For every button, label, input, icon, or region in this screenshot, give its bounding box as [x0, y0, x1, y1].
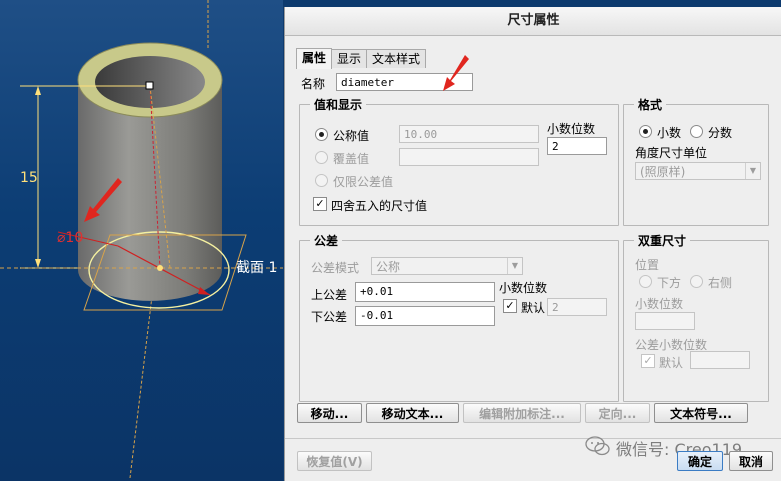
tab-text-style[interactable]: 文本样式	[366, 49, 427, 68]
dual-default-checkbox[interactable]: ✓	[641, 354, 655, 368]
dual-decimals-label: 小数位数	[635, 297, 684, 311]
angle-unit-value: (照原样)	[640, 165, 686, 179]
round-value-checkbox[interactable]: ✓	[313, 197, 327, 211]
round-value-label: 四舍五入的尺寸值	[331, 199, 428, 213]
lower-tolerance-label: 下公差	[311, 310, 348, 324]
dual-default-label: 默认	[659, 356, 684, 370]
height-dimension-text[interactable]: 15	[20, 170, 38, 186]
diameter-dimension-text[interactable]: ⌀10	[57, 230, 83, 246]
model-graphics: 15 ⌀10 截面 1	[0, 0, 283, 479]
dimension-properties-dialog: 尺寸属性 属性 显示 文本样式 名称 diameter 值和显示 公称值 10.…	[284, 7, 781, 481]
tolerance-decimals-label: 小数位数	[499, 281, 548, 295]
tolerance-only-radio[interactable]	[315, 174, 328, 187]
fraction-radio[interactable]	[690, 125, 703, 138]
fraction-label: 分数	[708, 126, 733, 140]
dual-position-label: 位置	[635, 258, 660, 272]
upper-tolerance-label: 上公差	[311, 288, 348, 302]
tab-strip: 属性 显示 文本样式	[296, 48, 427, 70]
tolerance-default-checkbox[interactable]: ✓	[503, 299, 517, 313]
move-text-button[interactable]: 移动文本...	[366, 403, 459, 423]
restore-values-button[interactable]: 恢复值(V)	[297, 451, 372, 471]
tolerance-mode-select[interactable]: 公称 ▼	[371, 257, 523, 275]
dual-decimals-field[interactable]	[635, 312, 695, 330]
dual-below-label: 下方	[657, 276, 682, 290]
chevron-down-icon: ▼	[745, 163, 760, 179]
cad-viewport[interactable]: 15 ⌀10 截面 1	[0, 0, 283, 481]
pointer-arrow-icon	[443, 55, 469, 91]
dual-tol-decimals-field[interactable]	[690, 351, 750, 369]
decimal-radio[interactable]	[639, 125, 652, 138]
nominal-value-field[interactable]: 10.00	[399, 125, 539, 143]
ok-button[interactable]: 确定	[677, 451, 723, 471]
tolerance-default-label: 默认	[521, 301, 546, 315]
nominal-label: 公称值	[333, 129, 370, 143]
tab-display[interactable]: 显示	[331, 49, 368, 68]
cancel-button[interactable]: 取消	[729, 451, 773, 471]
lower-tolerance-field[interactable]: -0.01	[355, 306, 495, 326]
angle-unit-label: 角度尺寸单位	[635, 146, 708, 160]
tab-properties[interactable]: 属性	[296, 48, 333, 69]
tolerance-mode-label: 公差模式	[311, 261, 360, 275]
dialog-title: 尺寸属性	[285, 7, 781, 36]
values-display-title: 值和显示	[310, 96, 367, 113]
wechat-icon	[585, 436, 610, 456]
value-decimals-label: 小数位数	[547, 122, 596, 136]
edit-attached-note-button[interactable]: 编辑附加标注...	[463, 403, 581, 423]
format-title: 格式	[634, 96, 667, 113]
text-symbol-button[interactable]: 文本符号...	[654, 403, 748, 423]
tolerance-mode-value: 公称	[376, 260, 401, 274]
tolerance-decimals-field[interactable]: 2	[547, 298, 607, 316]
tolerance-title: 公差	[310, 232, 343, 249]
dual-dimension-title: 双重尺寸	[634, 232, 691, 249]
value-decimals-field[interactable]: 2	[547, 137, 607, 155]
override-radio[interactable]	[315, 151, 328, 164]
dual-right-radio[interactable]	[690, 275, 703, 288]
dual-right-label: 右侧	[708, 276, 733, 290]
override-label: 覆盖值	[333, 152, 370, 166]
section-label: 截面 1	[236, 260, 277, 276]
angle-unit-select[interactable]: (照原样) ▼	[635, 162, 761, 180]
top-handle	[145, 81, 154, 90]
upper-tolerance-field[interactable]: +0.01	[355, 282, 495, 302]
override-value-field[interactable]	[399, 148, 539, 166]
move-button[interactable]: 移动...	[297, 403, 362, 423]
decimal-label: 小数	[657, 126, 682, 140]
tolerance-only-label: 仅限公差值	[333, 175, 394, 189]
nominal-radio[interactable]	[315, 128, 328, 141]
chevron-down-icon: ▼	[507, 258, 522, 274]
orient-button[interactable]: 定向...	[585, 403, 650, 423]
name-label: 名称	[301, 77, 326, 91]
dual-below-radio[interactable]	[639, 275, 652, 288]
